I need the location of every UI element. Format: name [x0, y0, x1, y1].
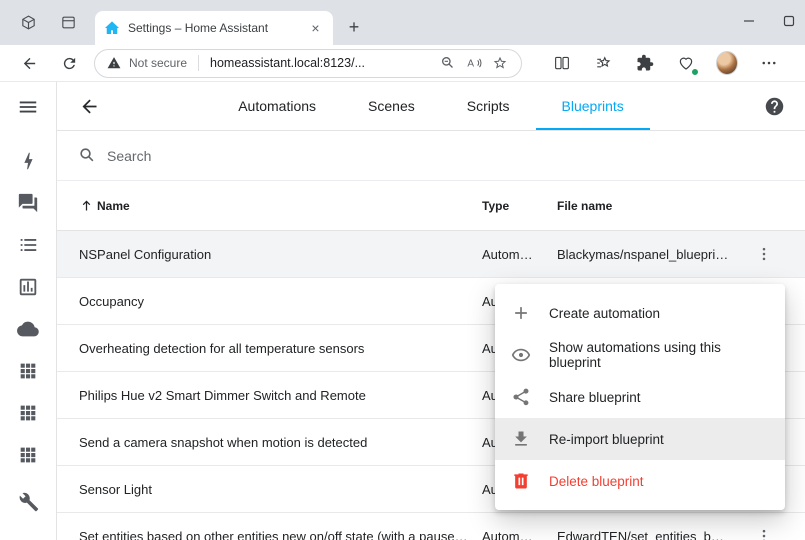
close-tab-icon[interactable]: ×: [307, 20, 324, 37]
split-screen-icon[interactable]: [551, 52, 573, 74]
zoom-out-icon[interactable]: [439, 54, 457, 72]
ha-header: Automations Scenes Scripts Blueprints: [57, 82, 805, 131]
share-icon: [510, 386, 532, 408]
row-type: Autom…: [482, 247, 557, 262]
ha-back-icon[interactable]: [77, 94, 101, 118]
row-name: Overheating detection for all temperatur…: [79, 341, 482, 356]
warning-icon: [107, 56, 121, 70]
performance-badge: [691, 68, 699, 76]
ha-sidebar: [0, 82, 57, 540]
favorites-icon[interactable]: [593, 52, 615, 74]
url-text[interactable]: homeassistant.local:8123/...: [210, 56, 431, 70]
read-aloud-icon[interactable]: A: [465, 54, 483, 72]
grid-icon-1[interactable]: [16, 359, 40, 383]
eye-icon: [510, 344, 532, 366]
browser-essentials-icon[interactable]: [675, 52, 697, 74]
new-tab-icon[interactable]: +: [344, 18, 364, 38]
table-row[interactable]: NSPanel Configuration Autom… Blackymas/n…: [57, 231, 805, 278]
wrench-icon[interactable]: [16, 490, 40, 514]
row-name: Set entities based on other entities new…: [79, 529, 482, 540]
table-header: Name Type File name: [57, 181, 805, 231]
window-controls: [743, 0, 795, 45]
sort-ascending-icon: [79, 198, 94, 213]
back-icon[interactable]: [14, 48, 44, 78]
row-overflow-menu-icon[interactable]: [747, 237, 781, 271]
menu-item-share-blueprint[interactable]: Share blueprint: [495, 376, 785, 418]
more-icon[interactable]: [758, 52, 780, 74]
column-header-name[interactable]: Name: [79, 198, 482, 213]
browser-tab[interactable]: Settings – Home Assistant ×: [95, 11, 333, 45]
search-row: [57, 131, 805, 181]
column-header-file[interactable]: File name: [557, 199, 742, 213]
row-file: Blackymas/nspanel_blueprin…: [557, 247, 742, 262]
refresh-icon[interactable]: [54, 48, 84, 78]
row-overflow-menu-icon[interactable]: [747, 519, 781, 540]
table-row[interactable]: Set entities based on other entities new…: [57, 513, 805, 540]
maximize-icon[interactable]: [783, 14, 795, 32]
address-divider: [198, 55, 199, 71]
tab-scenes[interactable]: Scenes: [342, 82, 441, 130]
grid-icon-3[interactable]: [16, 443, 40, 467]
browser-titlebar: Settings – Home Assistant × +: [0, 0, 805, 45]
navbar-actions: [532, 52, 799, 74]
tab-title: Settings – Home Assistant: [128, 21, 299, 35]
svg-text:A: A: [467, 58, 474, 69]
tab-actions-icon[interactable]: [58, 12, 78, 32]
tab-scripts[interactable]: Scripts: [441, 82, 536, 130]
row-type: Autom…: [482, 529, 557, 540]
blueprint-context-menu: Create automation Show automations using…: [495, 284, 785, 510]
row-name: Philips Hue v2 Smart Dimmer Switch and R…: [79, 388, 482, 403]
address-bar[interactable]: Not secure homeassistant.local:8123/... …: [94, 49, 522, 78]
security-label[interactable]: Not secure: [129, 56, 187, 70]
favorite-star-icon[interactable]: [491, 54, 509, 72]
tab-automations[interactable]: Automations: [212, 82, 342, 130]
menu-item-create-automation[interactable]: Create automation: [495, 292, 785, 334]
chat-icon[interactable]: [16, 191, 40, 215]
search-icon: [78, 146, 97, 165]
plus-icon: [510, 302, 532, 324]
menu-item-reimport-blueprint[interactable]: Re-import blueprint: [495, 418, 785, 460]
menu-item-delete-blueprint[interactable]: Delete blueprint: [495, 460, 785, 502]
row-name: Sensor Light: [79, 482, 482, 497]
column-header-type[interactable]: Type: [482, 199, 557, 213]
extensions-icon[interactable]: [634, 52, 656, 74]
avatar[interactable]: [716, 52, 738, 74]
menu-item-show-automations[interactable]: Show automations using this blueprint: [495, 334, 785, 376]
cloud-icon[interactable]: [16, 317, 40, 341]
minimize-icon[interactable]: [743, 14, 755, 32]
workspaces-icon[interactable]: [18, 12, 38, 32]
delete-icon: [510, 470, 532, 492]
lightning-bolt-icon[interactable]: [16, 149, 40, 173]
tab-blueprints[interactable]: Blueprints: [536, 82, 650, 130]
home-assistant-favicon: [104, 20, 120, 36]
row-file: EdwardTEN/set_entities_bas…: [557, 529, 742, 540]
row-name: NSPanel Configuration: [79, 247, 482, 262]
row-name: Occupancy: [79, 294, 482, 309]
help-icon[interactable]: [764, 96, 785, 117]
hamburger-menu-icon[interactable]: [0, 82, 56, 131]
import-icon: [510, 428, 532, 450]
browser-window: Settings – Home Assistant × + Not secure…: [0, 0, 805, 540]
grid-icon-2[interactable]: [16, 401, 40, 425]
list-icon[interactable]: [16, 233, 40, 257]
row-name: Send a camera snapshot when motion is de…: [79, 435, 482, 450]
ha-tab-bar: Automations Scenes Scripts Blueprints: [212, 82, 650, 130]
bar-chart-icon[interactable]: [16, 275, 40, 299]
browser-navbar: Not secure homeassistant.local:8123/... …: [0, 45, 805, 82]
search-input[interactable]: [107, 148, 784, 164]
